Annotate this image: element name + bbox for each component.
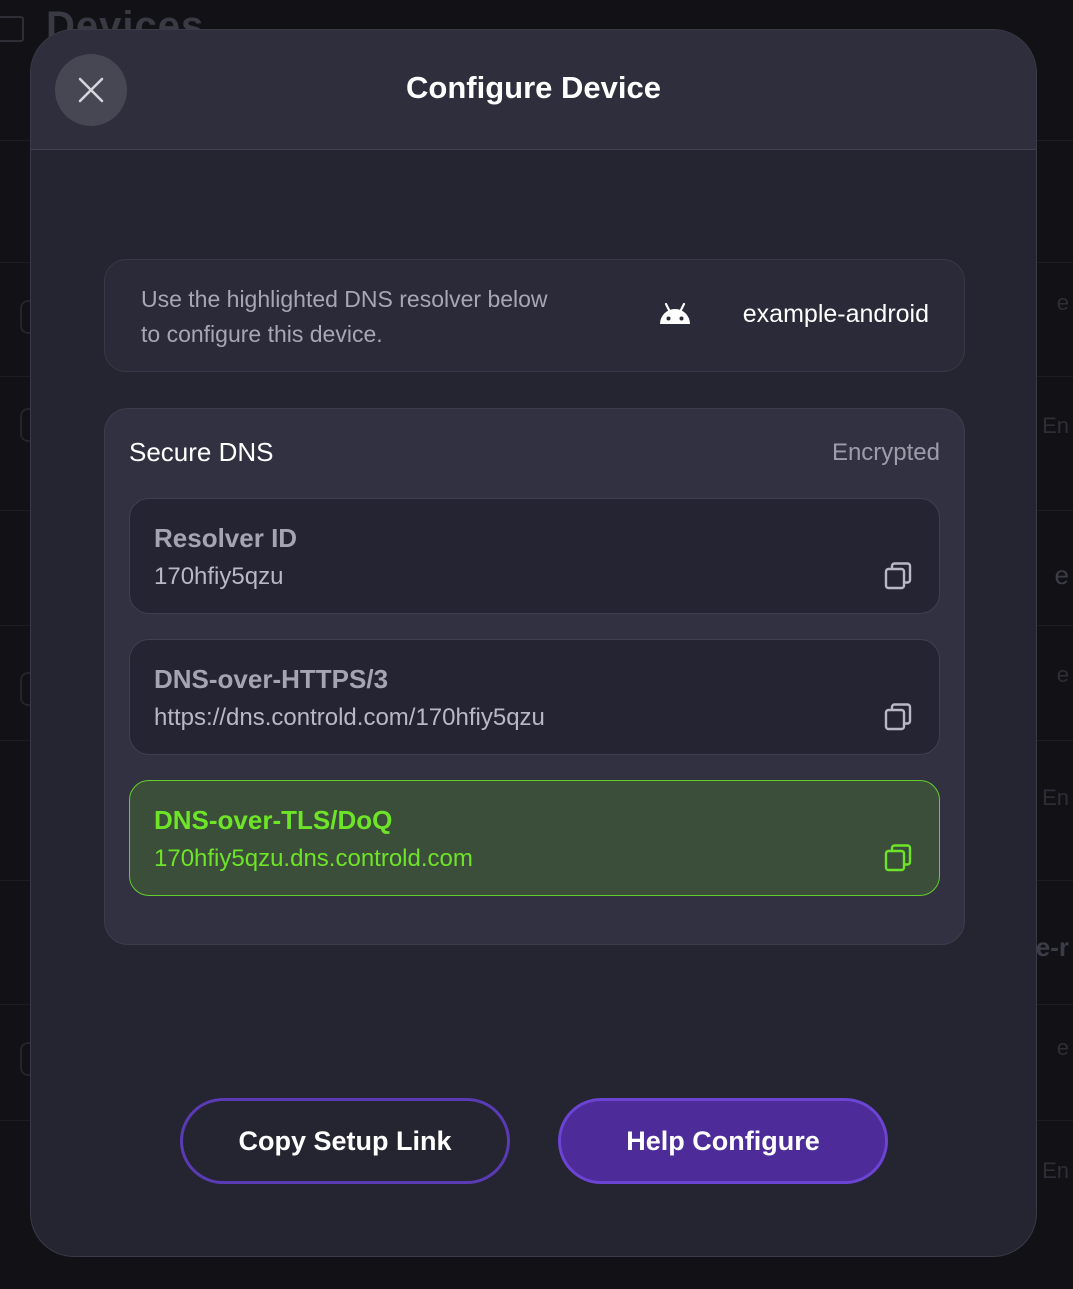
- copy-setup-link-button[interactable]: Copy Setup Link: [180, 1098, 510, 1184]
- modal-title: Configure Device: [406, 70, 661, 105]
- resolver-id-row[interactable]: Resolver ID 170hfiy5qzu: [129, 498, 940, 614]
- secure-dns-title: Secure DNS: [129, 437, 274, 467]
- secure-dns-card: Secure DNS Encrypted Resolver ID 170hfiy…: [104, 408, 965, 945]
- background-row-text: e: [1056, 662, 1069, 687]
- resolver-value: https://dns.controld.com/170hfiy5qzu: [154, 704, 545, 731]
- resolver-value: 170hfiy5qzu: [154, 563, 284, 590]
- background-row-text: En: [1042, 785, 1069, 810]
- resolver-value: 170hfiy5qzu.dns.controld.com: [154, 845, 473, 872]
- background-row-text: e: [1056, 290, 1069, 315]
- background-row-text: En: [1042, 413, 1069, 438]
- configure-device-modal: Configure Device Use the highlighted DNS…: [30, 29, 1037, 1257]
- android-icon: [660, 302, 690, 324]
- background-row-text: e-r: [1035, 932, 1069, 962]
- background-row-text: e: [1056, 1035, 1069, 1060]
- encryption-status: Encrypted: [831, 439, 940, 466]
- resolver-label: DNS-over-TLS/DoQ: [154, 805, 393, 835]
- resolver-label: Resolver ID: [154, 523, 298, 553]
- doh-resolver-row[interactable]: DNS-over-HTTPS/3 https://dns.controld.co…: [129, 639, 940, 755]
- device-name: example-android: [742, 300, 929, 328]
- copy-icon[interactable]: [883, 702, 913, 732]
- dot-doq-resolver-row[interactable]: DNS-over-TLS/DoQ 170hfiy5qzu.dns.control…: [129, 780, 940, 896]
- help-configure-button[interactable]: Help Configure: [558, 1098, 888, 1184]
- copy-icon[interactable]: [883, 561, 913, 591]
- device-info-card: Use the highlighted DNS resolver below t…: [104, 259, 965, 372]
- monitor-icon: [0, 16, 24, 42]
- background-row-text: e: [1054, 560, 1069, 590]
- background-row-text: En: [1042, 1158, 1069, 1183]
- copy-icon[interactable]: [883, 843, 913, 873]
- instruction-text: Use the highlighted DNS resolver below t…: [141, 286, 548, 347]
- resolver-label: DNS-over-HTTPS/3: [154, 664, 389, 694]
- modal-header: Configure Device: [31, 30, 1036, 150]
